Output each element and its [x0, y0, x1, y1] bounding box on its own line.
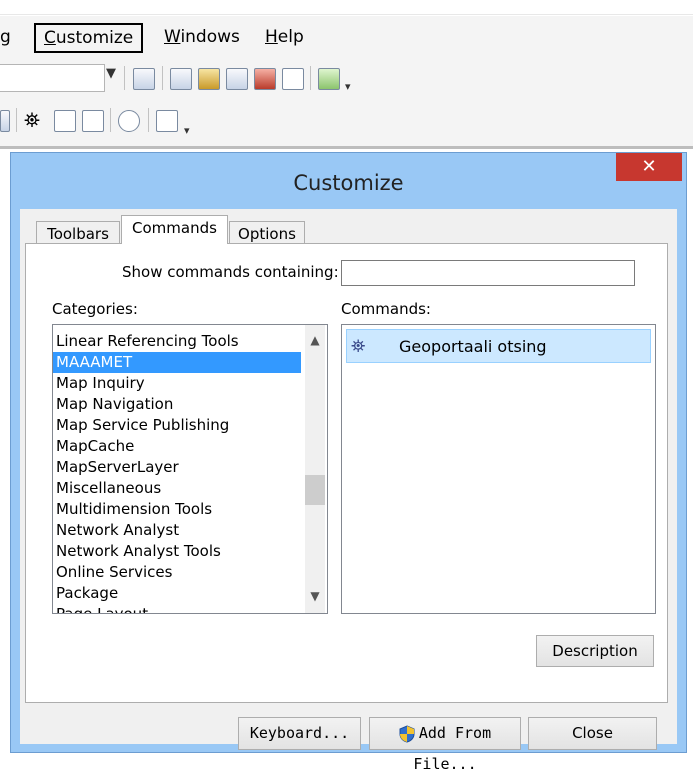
uac-shield-icon [399, 724, 415, 743]
python-window-icon[interactable] [282, 68, 304, 90]
time-slider-icon[interactable] [118, 110, 140, 132]
chevron-up-icon[interactable]: ▲ [305, 333, 325, 347]
categories-scrollbar[interactable]: ▲ ▼ [305, 325, 325, 613]
categories-list[interactable]: Linear Referencing Tools MAAAMET Map Inq… [52, 324, 328, 614]
list-item[interactable]: Online Services [53, 562, 301, 583]
list-item[interactable]: Map Navigation [53, 394, 301, 415]
menu-accel: W [164, 27, 181, 47]
toolbar-separator [16, 108, 17, 132]
list-item[interactable]: MapServerLayer [53, 457, 301, 478]
add-from-file-button[interactable]: Add From File... [369, 717, 521, 773]
menu-item-partial[interactable]: g [0, 27, 11, 47]
toolbar-separator [162, 66, 163, 90]
list-item[interactable]: Miscellaneous [53, 478, 301, 499]
menu-label-rest: ustomize [55, 28, 134, 48]
menu-item-windows[interactable]: Windows [164, 27, 240, 47]
identify-xy-icon[interactable] [82, 110, 104, 132]
list-item[interactable]: Map Service Publishing [53, 415, 301, 436]
toolbar-overflow-icon[interactable]: ▾ [345, 80, 351, 93]
categories-label: Categories: [52, 300, 138, 318]
edit-tool-icon[interactable] [133, 68, 155, 90]
binoculars-icon: ⛯ [351, 336, 366, 357]
commands-label: Commands: [341, 300, 431, 318]
categories-items: Linear Referencing Tools MAAAMET Map Inq… [53, 331, 301, 613]
find-binoculars-icon[interactable]: ⛯ [24, 108, 40, 132]
menu-item-help[interactable]: Help [265, 27, 304, 47]
menu-item-customize[interactable]: Customize [34, 23, 144, 53]
list-item[interactable]: Linear Referencing Tools [53, 331, 301, 352]
dialog-title: Customize [293, 171, 404, 195]
search-window-icon[interactable] [226, 68, 248, 90]
toolbar-separator [110, 108, 111, 132]
divider [0, 14, 693, 15]
list-item-selected[interactable]: MAAAMET [53, 352, 301, 373]
table-icon[interactable] [170, 68, 192, 90]
list-item[interactable]: Page Layout [53, 604, 301, 613]
close-button[interactable]: Close [528, 717, 657, 750]
toolbar-overflow-icon[interactable]: ▾ [184, 124, 190, 137]
menu-label-rest: elp [277, 27, 304, 47]
list-item[interactable]: Network Analyst [53, 520, 301, 541]
close-icon[interactable]: ✕ [616, 153, 682, 181]
list-item-selected[interactable]: ⛯ Geoportaali otsing [346, 329, 651, 363]
list-item[interactable]: Map Inquiry [53, 373, 301, 394]
model-builder-icon[interactable] [318, 68, 340, 90]
menu-label-rest: indows [180, 27, 240, 47]
divider [0, 146, 693, 149]
search-label: Show commands containing: [122, 263, 339, 281]
toolbox-icon[interactable] [254, 68, 276, 90]
menu-accel: H [265, 27, 278, 47]
chevron-down-icon[interactable]: ▼ [305, 589, 325, 603]
toolbar-separator [148, 108, 149, 132]
tab-commands[interactable]: Commands [121, 215, 228, 244]
toolbar-combo[interactable] [0, 64, 105, 92]
search-input[interactable] [341, 260, 635, 286]
chevron-down-icon[interactable]: ▼ [106, 66, 116, 81]
catalog-icon[interactable] [198, 68, 220, 90]
list-item[interactable]: Package [53, 583, 301, 604]
go-to-xy-icon[interactable] [54, 110, 76, 132]
toolbar-separator [124, 66, 125, 90]
list-item[interactable]: Multidimension Tools [53, 499, 301, 520]
commands-list[interactable]: ⛯ Geoportaali otsing [341, 324, 656, 614]
command-label: Geoportaali otsing [399, 337, 547, 356]
keyboard-button[interactable]: Keyboard... [238, 717, 361, 750]
menu-accel: C [44, 28, 56, 48]
list-item[interactable]: Network Analyst Tools [53, 541, 301, 562]
list-item[interactable]: MapCache [53, 436, 301, 457]
scrollbar-thumb[interactable] [305, 475, 325, 505]
magnifier-icon[interactable] [156, 110, 178, 132]
description-button[interactable]: Description [536, 635, 654, 667]
add-from-file-label: Add From File... [413, 724, 492, 773]
tab-options[interactable]: Options [229, 221, 305, 245]
partial-tool-icon[interactable] [0, 110, 10, 132]
tab-toolbars[interactable]: Toolbars [36, 221, 120, 245]
toolbar-separator [310, 66, 311, 90]
